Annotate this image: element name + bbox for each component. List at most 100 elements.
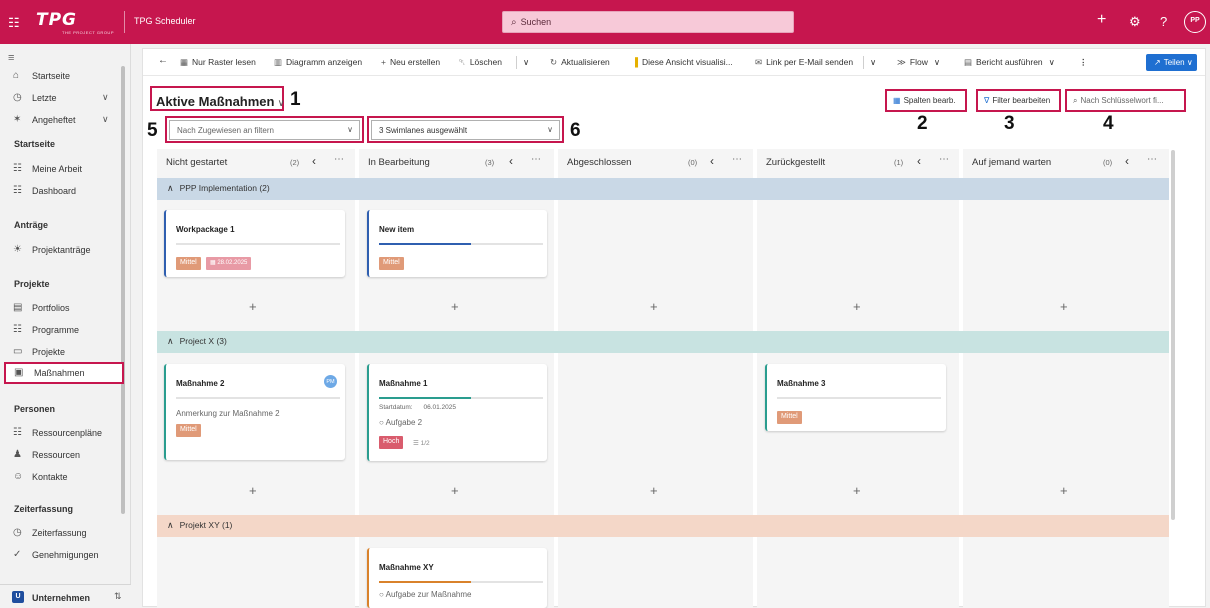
plus-icon[interactable]: + (1097, 11, 1106, 29)
more-icon[interactable]: ⋯ (939, 154, 949, 165)
add-card-plus-icon[interactable]: + (853, 299, 861, 314)
card-massnahme-1[interactable]: Maßnahme 1 Startdatum: 06.01.2025 ○ Aufg… (367, 364, 547, 461)
card-new-item[interactable]: New item Mittel (367, 210, 547, 277)
email-link-label: Link per E-Mail senden (766, 57, 854, 67)
swimlane-filter-dropdown[interactable]: 3 Swimlanes ausgewählt ∨ (371, 120, 560, 140)
column-header-zurueckgestellt: Zurückgestellt (1) ‹ ⋯ (757, 149, 959, 176)
more-icon[interactable]: ⋯ (334, 154, 344, 165)
card-massnahme-2[interactable]: Maßnahme 2 PM Anmerkung zur Maßnahme 2 M… (164, 364, 345, 460)
card-massnahme-xy[interactable]: Maßnahme XY ○ Aufgabe zur Maßnahme (367, 548, 547, 608)
circle-icon[interactable]: ○ (379, 418, 384, 427)
email-dropdown[interactable]: ∨ (870, 57, 876, 68)
more-commands-icon[interactable]: ⋮ (1079, 57, 1088, 68)
sidebar-item-letzte[interactable]: ◷ Letzte ∨ (0, 88, 128, 110)
sidebar-item-projekte[interactable]: ▭ Projekte (0, 342, 128, 364)
sidebar-item-ressourcenplaene[interactable]: ☷ Ressourcenpläne (0, 423, 128, 445)
report-button[interactable]: ▤ Bericht ausführen ∨ (964, 57, 1055, 68)
sidebar-item-startseite[interactable]: ⌂ Startseite (0, 66, 128, 88)
command-bar: ← ▦ Nur Raster lesen ▥ Diagramm anzeigen +… (143, 49, 1205, 76)
card-title: Maßnahme 1 (379, 379, 428, 388)
read-grid-label: Nur Raster lesen (192, 57, 256, 67)
swimlane-header-projekt-xy[interactable]: ∧ Projekt XY (1) (157, 515, 1169, 537)
gear-icon[interactable]: ⚙ (1129, 14, 1141, 30)
keyword-search-input[interactable]: ⌕ Nach Schlüsselwort fi... (1065, 89, 1186, 112)
callout-5: 5 (147, 120, 158, 141)
arrow-left-icon[interactable]: ‹ (312, 154, 316, 168)
sidebar-item-meine-arbeit[interactable]: ☷ Meine Arbeit (0, 159, 128, 181)
sidebar-item-dashboard[interactable]: ☷ Dashboard (0, 181, 128, 203)
view-selector[interactable]: Aktive Maßnahmen ∨ (156, 94, 285, 109)
global-search-input[interactable]: ⌕ Suchen (502, 11, 794, 33)
view-title: Aktive Maßnahmen (156, 94, 275, 109)
app-name[interactable]: TPG Scheduler (134, 16, 196, 26)
sidebar-item-projektantraege[interactable]: ☀ Projektanträge (0, 240, 128, 262)
add-card-plus-icon[interactable]: + (650, 483, 658, 498)
hamburger-icon[interactable]: ≡ (8, 52, 14, 64)
arrow-left-icon[interactable]: ‹ (917, 154, 921, 168)
sidebar-item-label: Startseite (32, 71, 71, 81)
flow-button[interactable]: ≫ Flow ∨ (897, 57, 940, 68)
card-massnahme-3[interactable]: Maßnahme 3 Mittel (765, 364, 946, 431)
board-scrollbar[interactable] (1171, 150, 1175, 520)
sidebar-item-zeiterfassung[interactable]: ◷ Zeiterfassung (0, 523, 128, 545)
edit-columns-button[interactable]: ▦ Spalten bearb. (885, 89, 967, 112)
sidebar-item-massnahmen[interactable]: ▣ Maßnahmen (4, 362, 124, 384)
kanban-board: Nicht gestartet (2) ‹ ⋯ In Bearbeitung (3) ‹ ⋯… (157, 149, 1169, 608)
add-card-plus-icon[interactable]: + (1060, 299, 1068, 314)
delete-button[interactable]: ␡ Löschen (459, 57, 502, 68)
delete-label: Löschen (469, 57, 502, 67)
show-chart-button[interactable]: ▥ Diagramm anzeigen (274, 57, 362, 68)
swimlane-header-ppp[interactable]: ∧ PPP Implementation (2) (157, 178, 1169, 200)
help-icon[interactable]: ? (1160, 14, 1167, 29)
add-card-plus-icon[interactable]: + (853, 483, 861, 498)
edit-filter-button[interactable]: ∇ Filter bearbeiten (976, 89, 1061, 112)
more-icon[interactable]: ⋯ (1147, 154, 1157, 165)
sidebar-item-ressourcen[interactable]: ♟ Ressourcen (0, 445, 128, 467)
add-card-plus-icon[interactable]: + (1060, 483, 1068, 498)
swimlane-header-project-x[interactable]: ∧ Project X (3) (157, 331, 1169, 353)
task-row[interactable]: ○ Aufgabe zur Maßnahme (379, 590, 471, 599)
sidebar-item-angeheftet[interactable]: ✶ Angeheftet ∨ (0, 110, 128, 132)
area-switcher[interactable]: U Unternehmen ⇅ (0, 584, 131, 607)
portfolio-icon: ▤ (13, 302, 23, 313)
refresh-button[interactable]: ↻ Aktualisieren (550, 57, 610, 68)
assignee-filter-dropdown[interactable]: Nach Zugewiesen an filtern ∨ (169, 120, 360, 140)
edit-columns-label: Spalten bearb. (903, 96, 956, 105)
task-label: Aufgabe zur Maßnahme (385, 590, 472, 599)
visualize-button[interactable]: ▐ Diese Ansicht visualisi... (632, 57, 733, 67)
add-card-plus-icon[interactable]: + (249, 483, 257, 498)
arrow-left-icon[interactable]: ‹ (1125, 154, 1129, 168)
read-grid-button[interactable]: ▦ Nur Raster lesen (180, 57, 256, 68)
add-card-plus-icon[interactable]: + (249, 299, 257, 314)
sidebar-item-label: Dashboard (32, 186, 77, 196)
user-avatar[interactable]: PP (1184, 11, 1206, 33)
email-link-button[interactable]: ✉ Link per E-Mail senden (755, 57, 853, 68)
assignee-avatar[interactable]: PM (324, 375, 337, 388)
share-button[interactable]: ↗ Teilen ∨ (1146, 54, 1197, 71)
column-count: (1) (894, 158, 904, 167)
circle-icon[interactable]: ○ (379, 590, 384, 599)
swimlane-title: PPP Implementation (179, 183, 257, 193)
resource-icon: ☷ (13, 427, 22, 438)
task-row[interactable]: ○ Aufgabe 2 (379, 418, 422, 427)
waffle-icon[interactable]: ☷ (8, 15, 20, 31)
more-icon[interactable]: ⋯ (732, 154, 742, 165)
delete-dropdown[interactable]: ∨ (523, 57, 529, 68)
back-icon[interactable]: ← (158, 55, 168, 66)
chart-icon: ▥ (274, 57, 283, 67)
arrow-left-icon[interactable]: ‹ (509, 154, 513, 168)
sidebar-item-label: Kontakte (32, 472, 68, 482)
time-icon: ◷ (13, 527, 22, 538)
card-workpackage-1[interactable]: Workpackage 1 Mittel ▦ 28.02.2025 (164, 210, 345, 277)
add-card-plus-icon[interactable]: + (451, 483, 459, 498)
add-card-plus-icon[interactable]: + (451, 299, 459, 314)
more-icon[interactable]: ⋯ (531, 154, 541, 165)
chevron-down-icon: ∨ (102, 92, 109, 102)
sidebar-item-genehmigungen[interactable]: ✓ Genehmigungen (0, 545, 128, 567)
arrow-left-icon[interactable]: ‹ (710, 154, 714, 168)
add-card-plus-icon[interactable]: + (650, 299, 658, 314)
sidebar-item-kontakte[interactable]: ☺ Kontakte (0, 467, 128, 489)
sidebar-item-portfolios[interactable]: ▤ Portfolios (0, 298, 128, 320)
new-button[interactable]: + Neu erstellen (381, 57, 440, 67)
sidebar-item-programme[interactable]: ☷ Programme (0, 320, 128, 342)
